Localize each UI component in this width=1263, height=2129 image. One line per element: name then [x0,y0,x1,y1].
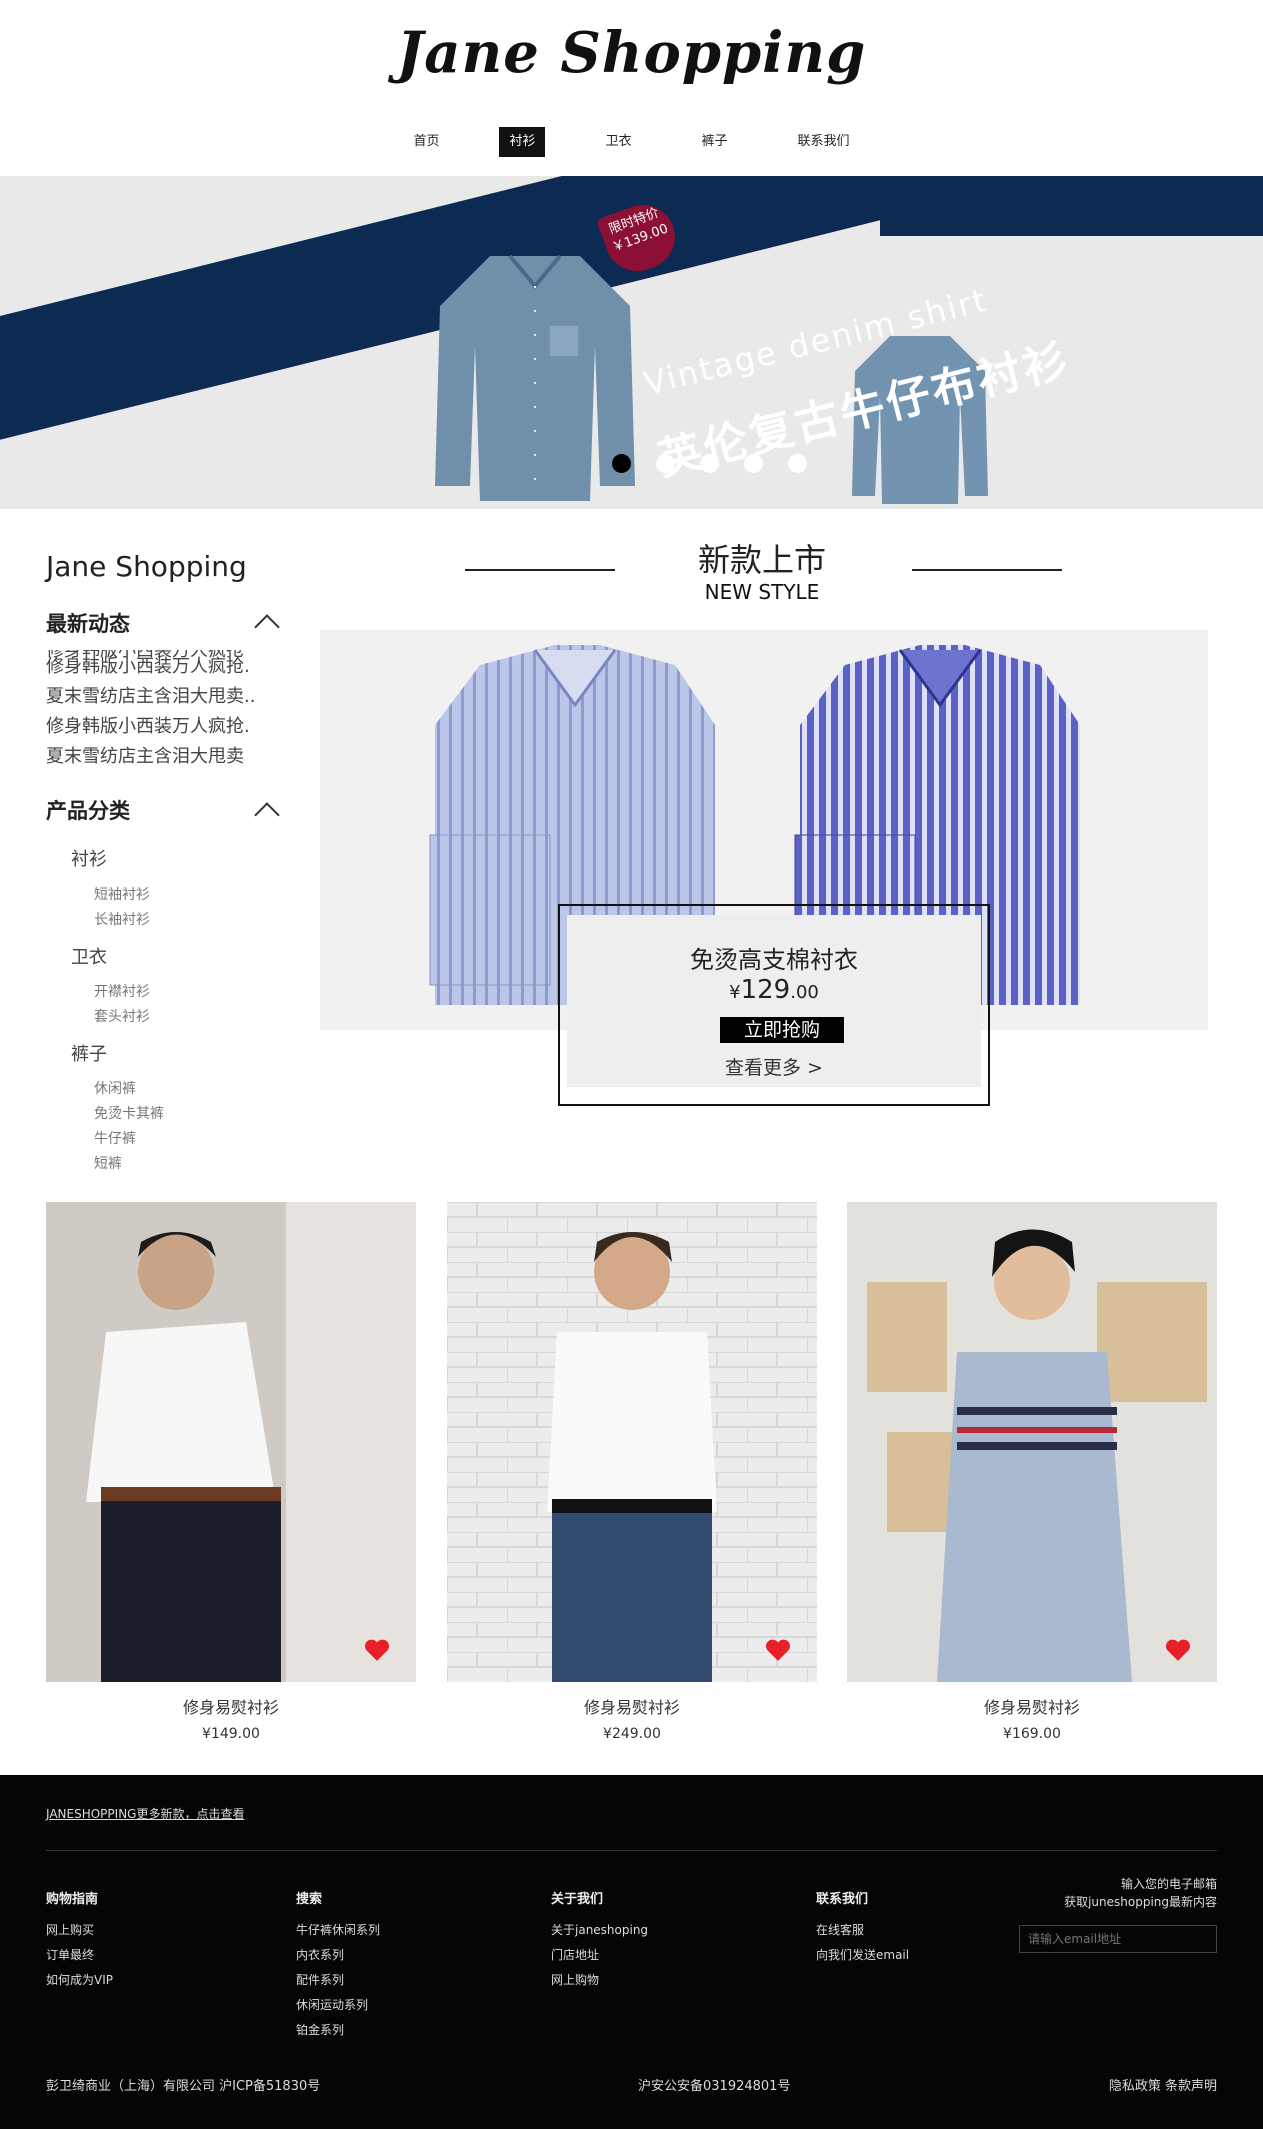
footer-link[interactable]: 铂金系列 [296,2018,380,2043]
footer-link[interactable]: 内衣系列 [296,1943,380,1968]
nav-pants[interactable]: 裤子 [692,127,738,157]
category-item[interactable]: 短裤 [94,1153,122,1173]
model-photo [847,1202,1217,1682]
model-photo [447,1202,817,1682]
news-heading: 最新动态 [46,612,130,636]
footer-link[interactable]: 向我们发送email [816,1943,909,1968]
footer-more-link[interactable]: JANESHOPPING更多新款，点击查看 [46,1805,244,1822]
carousel-dot-1[interactable] [612,454,631,473]
footer-column-title: 搜索 [296,1892,323,1907]
product-image[interactable] [847,1202,1217,1682]
nav-contact[interactable]: 联系我们 [788,127,860,157]
footer-link[interactable]: 订单最终 [46,1943,113,1968]
carousel-dot-2[interactable] [656,454,675,473]
product-name[interactable]: 修身易熨衬衫 [847,1694,1217,1718]
footer-link[interactable]: 网上购买 [46,1918,113,1943]
divider-line [912,569,1062,571]
hero-banner[interactable]: 限时特价 ￥139.00 Vintage denim shirt 英伦复古牛仔布… [0,176,1263,509]
footer-column-guide: 购物指南 网上购买 订单最终 如何成为VIP [46,1887,113,1993]
police-record: 沪安公安备031924801号 [638,2079,791,2094]
nav-hoodies[interactable]: 卫衣 [595,127,641,157]
category-item[interactable]: 免烫卡其裤 [94,1103,164,1123]
promo-card: 免烫高支棉衬衣 ¥129.00 立即抢购 查看更多 > [567,915,981,1087]
footer-link[interactable]: 如何成为VIP [46,1968,113,1993]
divider-line [465,569,615,571]
subscribe-line: 输入您的电子邮箱 [1120,1877,1217,1891]
nav-home[interactable]: 首页 [403,127,449,157]
carousel-dot-3[interactable] [700,454,719,473]
heart-icon[interactable] [765,1638,791,1662]
denim-shirt-image [435,254,635,501]
footer-link[interactable]: 门店地址 [551,1943,648,1968]
footer-link[interactable]: 网上购物 [551,1968,648,1993]
category-item[interactable]: 牛仔裤 [94,1128,136,1148]
product-price: ¥249.00 [603,1726,661,1742]
news-ticker: 修身韩版小西装万人疯抢 修身韩版小西装万人疯抢. 夏末雪纺店主含泪大甩卖.. 修… [46,650,286,767]
product-price: ¥149.00 [202,1726,260,1742]
product-card[interactable]: 修身易熨衬衫 ¥169.00 [847,1202,1217,1742]
news-item[interactable]: 夏末雪纺店主含泪大甩卖.. [46,682,286,712]
category-item[interactable]: 短袖衬衫 [94,884,150,904]
footer-column-search: 搜索 牛仔裤休闲系列 内衣系列 配件系列 休闲运动系列 铂金系列 [296,1887,380,2043]
new-style-title: 新款上市 [697,541,826,579]
email-input[interactable] [1019,1925,1217,1953]
new-style-subtitle: NEW STYLE [704,580,820,604]
heart-icon[interactable] [1165,1638,1191,1662]
category-item[interactable]: 开襟衬衫 [94,981,150,1001]
site-logo[interactable]: Jane Shopping [0,20,1263,86]
category-hoodies[interactable]: 卫衣 [71,943,107,969]
carousel-dots [612,454,807,473]
footer-link[interactable]: 在线客服 [816,1918,909,1943]
footer-column-title: 关于我们 [551,1892,604,1907]
footer-link[interactable]: 牛仔裤休闲系列 [296,1918,380,1943]
footer-column-about: 关于我们 关于janeshoping 门店地址 网上购物 [551,1887,648,1993]
nav-shirts[interactable]: 衬衫 [499,127,546,157]
view-more-link[interactable]: 查看更多 > [567,1053,981,1080]
product-card[interactable]: 修身易熨衬衫 ¥149.00 [46,1202,416,1742]
product-image[interactable] [46,1202,416,1682]
heart-icon[interactable] [364,1638,390,1662]
carousel-dot-5[interactable] [788,454,807,473]
category-pants[interactable]: 裤子 [71,1040,107,1066]
footer-link[interactable]: 关于janeshoping [551,1918,648,1943]
footer-link[interactable]: 配件系列 [296,1968,380,1993]
buy-now-button[interactable]: 立即抢购 [720,1017,844,1043]
model-photo [46,1202,416,1682]
promo-product-name: 免烫高支棉衬衣 [690,946,858,974]
subscribe-text: 输入您的电子邮箱 获取juneshopping最新内容 [1064,1875,1217,1911]
news-item[interactable]: 修身韩版小西装万人疯抢. [46,712,286,742]
product-price: ¥169.00 [1003,1726,1061,1742]
category-heading: 产品分类 [46,799,130,823]
footer-column-contact: 联系我们 在线客服 向我们发送email [816,1887,909,1968]
footer-column-title: 购物指南 [46,1892,99,1907]
category-shirts[interactable]: 衬衫 [71,845,107,871]
banner-corner [880,176,1263,236]
company-info: 彭卫绮商业（上海）有限公司 沪ICP备51830号 [46,2079,321,2094]
main-nav: 首页 衬衫 卫衣 裤子 联系我们 [0,127,1263,157]
product-name[interactable]: 修身易熨衬衫 [447,1694,817,1718]
category-item[interactable]: 套头衬衫 [94,1006,150,1026]
promo-price: ¥129.00 [729,975,819,1005]
carousel-dot-4[interactable] [744,454,763,473]
category-item[interactable]: 休闲裤 [94,1078,136,1098]
category-item[interactable]: 长袖衬衫 [94,909,150,929]
footer-divider [46,1850,1217,1851]
sidebar-brand: Jane Shopping [46,550,247,583]
footer: JANESHOPPING更多新款，点击查看 购物指南 网上购买 订单最终 如何成… [0,1775,1263,2129]
product-image[interactable] [447,1202,817,1682]
chevron-up-icon[interactable] [254,614,280,640]
footer-column-title: 联系我们 [816,1892,869,1907]
news-item[interactable]: 夏末雪纺店主含泪大甩卖 [46,742,286,767]
subscribe-line: 获取juneshopping最新内容 [1064,1895,1217,1909]
legal-links[interactable]: 隐私政策 条款声明 [1109,2075,1217,2094]
product-name[interactable]: 修身易熨衬衫 [46,1694,416,1718]
product-card[interactable]: 修身易熨衬衫 ¥249.00 [447,1202,817,1742]
news-item[interactable]: 修身韩版小西装万人疯抢. [46,652,286,682]
chevron-up-icon[interactable] [254,802,280,828]
footer-link[interactable]: 休闲运动系列 [296,1993,380,2018]
